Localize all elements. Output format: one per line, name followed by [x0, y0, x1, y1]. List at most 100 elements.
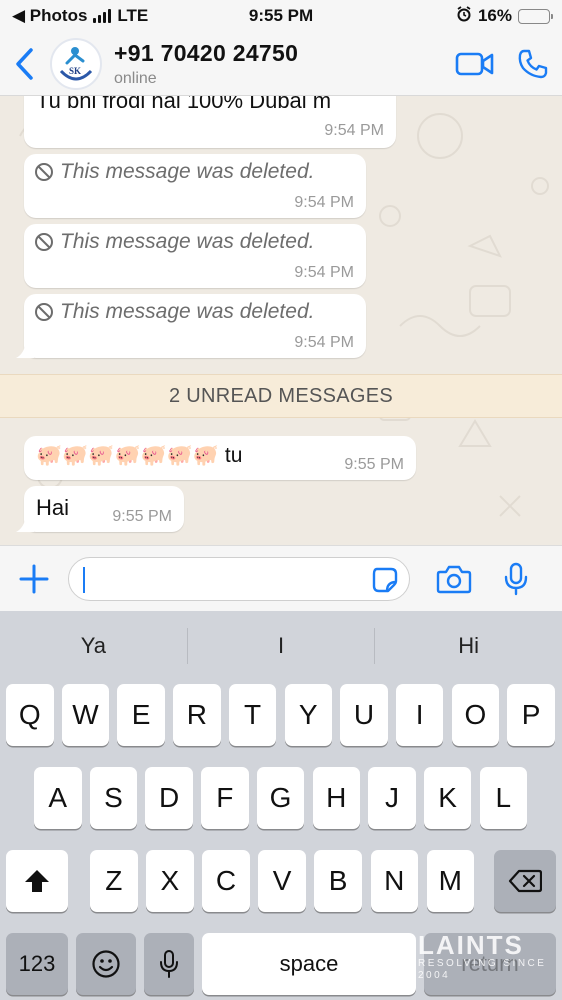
shift-arrow-icon — [25, 870, 49, 892]
letter-key[interactable]: B — [314, 850, 362, 912]
message-text: Tu bhi frodi hai 100% Dubai m — [36, 96, 332, 113]
microphone-icon — [504, 562, 528, 595]
letter-key[interactable]: D — [145, 767, 193, 829]
prohibited-icon — [35, 163, 53, 181]
status-right: 16% — [456, 5, 553, 27]
message-bubble-deleted[interactable]: This message was deleted. 9:54 PM — [24, 224, 366, 288]
text-cursor — [83, 566, 85, 593]
deleted-message-row: This message was deleted. — [34, 160, 314, 184]
deleted-message-row: This message was deleted. — [34, 230, 314, 254]
letter-key[interactable]: F — [201, 767, 249, 829]
deleted-message-text: This message was deleted. — [60, 300, 315, 323]
letter-key[interactable]: Q — [6, 684, 54, 746]
backspace-icon — [508, 869, 542, 893]
letter-key[interactable]: T — [228, 684, 277, 746]
status-bar: ◀ Photos LTE 9:55 PM 16% — [0, 0, 562, 32]
suggestion-item[interactable]: Ya — [0, 633, 187, 659]
space-key[interactable]: space — [202, 933, 416, 995]
contact-info[interactable]: +91 70420 24750 online — [114, 40, 446, 88]
delete-key[interactable] — [494, 850, 556, 912]
bubble-tail — [16, 342, 34, 358]
contact-status: online — [114, 69, 157, 87]
numbers-key-label: 123 — [18, 951, 56, 976]
letter-key[interactable]: G — [256, 767, 305, 829]
letter-key[interactable]: A — [34, 767, 82, 829]
shift-key[interactable] — [6, 850, 68, 912]
letter-key[interactable]: Y — [284, 684, 332, 746]
suggestion-item[interactable]: Hi — [375, 633, 562, 659]
letter-key[interactable]: L — [479, 767, 528, 829]
battery-percent: 16% — [477, 6, 512, 25]
letter-key[interactable]: H — [312, 767, 360, 829]
message-time: 9:54 PM — [294, 264, 354, 281]
message-bubble-deleted[interactable]: This message was deleted. 9:54 PM — [16, 294, 366, 358]
attach-button[interactable] — [0, 546, 68, 612]
dictation-key[interactable] — [144, 933, 194, 995]
message-bubble[interactable]: Hai 9:55 PM — [16, 486, 184, 532]
video-camera-icon — [455, 52, 494, 75]
message-input-bar — [0, 545, 562, 611]
deleted-message-text: This message was deleted. — [60, 230, 315, 253]
letter-key[interactable]: J — [368, 767, 416, 829]
keyboard: Ya I Hi QWERTYUIOPASDFGHJKLZXCVBNM 123 s… — [0, 611, 562, 1000]
avatar[interactable]: SK — [50, 37, 102, 90]
letter-key[interactable]: O — [451, 684, 500, 746]
letter-key[interactable]: V — [258, 850, 306, 912]
suggestion-item[interactable]: I — [188, 633, 375, 659]
letter-key[interactable]: I — [395, 684, 444, 746]
emoji-key[interactable] — [76, 933, 136, 995]
return-key-label: return — [461, 951, 519, 976]
deleted-message-row: This message was deleted. — [34, 300, 314, 324]
letter-key[interactable]: C — [202, 850, 250, 912]
video-call-button[interactable] — [446, 32, 504, 96]
alarm-icon — [456, 5, 472, 27]
letter-key[interactable]: N — [370, 850, 418, 912]
letter-key[interactable]: E — [117, 684, 165, 746]
voice-call-button[interactable] — [504, 32, 562, 96]
numbers-key[interactable]: 123 — [6, 933, 68, 995]
plus-icon — [19, 564, 49, 593]
message-bubble[interactable]: 🐖🐖🐖🐖🐖🐖🐖 tu 9:55 PM — [24, 436, 416, 480]
predictive-suggestions: Ya I Hi — [0, 611, 562, 681]
status-left: ◀ Photos LTE — [12, 6, 148, 26]
microphone-icon — [160, 950, 178, 978]
message-bubble[interactable]: Tu bhi frodi hai 100% Dubai m 9:54 PM — [24, 96, 396, 148]
letter-key[interactable]: X — [146, 850, 194, 912]
return-key[interactable]: return — [424, 933, 556, 995]
phone-icon — [518, 49, 548, 78]
microphone-button[interactable] — [486, 546, 546, 612]
chat-area[interactable]: Tu bhi frodi hai 100% Dubai m 9:54 PM Th… — [0, 96, 562, 545]
letter-key[interactable]: W — [61, 684, 110, 746]
message-time: 9:55 PM — [112, 508, 172, 525]
signal-icon — [93, 9, 112, 23]
message-input[interactable] — [83, 558, 363, 599]
contact-name: +91 70420 24750 — [114, 39, 299, 66]
chevron-left-icon — [16, 47, 33, 80]
letter-key[interactable]: Z — [90, 850, 138, 912]
unread-messages-banner: 2 UNREAD MESSAGES — [0, 374, 562, 418]
svg-text:SK: SK — [69, 66, 81, 76]
letter-key[interactable]: U — [340, 684, 388, 746]
bubble-tail — [16, 516, 34, 532]
letter-key[interactable]: R — [173, 684, 221, 746]
sticker-icon[interactable] — [371, 566, 399, 594]
camera-button[interactable] — [422, 546, 486, 612]
message-time: 9:55 PM — [344, 456, 404, 473]
battery-icon — [518, 8, 553, 24]
message-text: Hai — [36, 495, 70, 520]
chat-header: SK +91 70420 24750 online — [0, 32, 562, 96]
prohibited-icon — [35, 233, 53, 251]
message-text: 🐖🐖🐖🐖🐖🐖🐖 tu — [36, 444, 243, 467]
back-button[interactable] — [0, 32, 48, 96]
message-bubble-deleted[interactable]: This message was deleted. 9:54 PM — [24, 154, 366, 218]
logo-icon: SK — [59, 46, 93, 80]
back-to-photos-link[interactable]: ◀ Photos — [12, 6, 87, 26]
message-input-wrapper — [68, 556, 410, 601]
letter-key[interactable]: M — [426, 850, 475, 912]
network-type: LTE — [117, 6, 149, 25]
letter-key[interactable]: P — [507, 684, 555, 746]
letter-key[interactable]: K — [423, 767, 472, 829]
prohibited-icon — [35, 303, 53, 321]
letter-key[interactable]: S — [89, 767, 138, 829]
emoji-face-icon — [92, 950, 120, 978]
